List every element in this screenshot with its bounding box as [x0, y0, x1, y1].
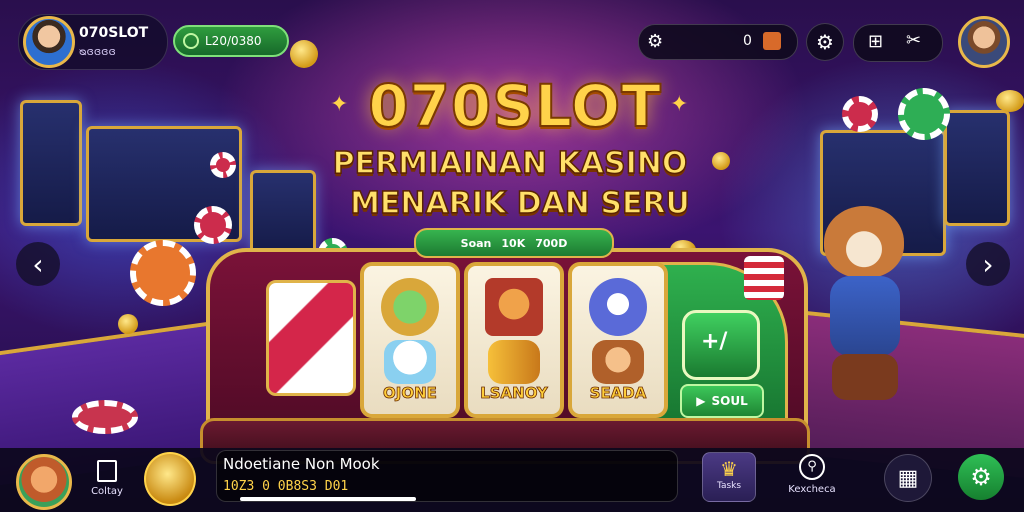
balance-value: L20/0380 [205, 34, 262, 48]
tagline-line-2: MENARIK DAN SERU [349, 185, 690, 222]
poker-chip [72, 400, 138, 434]
grid-icon: ▦ [897, 465, 919, 491]
tasks-label: Tasks [716, 481, 742, 491]
poker-chip [842, 96, 878, 132]
info-label-2: 10K [501, 236, 526, 250]
sail-decoration [266, 280, 356, 396]
poker-chip [194, 206, 232, 244]
gear-icon: ⚙ [816, 30, 834, 54]
pin-icon: ⚲ [799, 454, 825, 480]
ticker-title: Ndoetiane Non Mook [223, 455, 380, 473]
grid-icon[interactable]: ⊞ [868, 31, 883, 52]
settings-small-icon: ⚙ [647, 31, 664, 52]
slot-reel-3: SEADA [568, 262, 668, 418]
monkey-symbol [592, 340, 644, 384]
fox-mascot [810, 206, 920, 406]
spin-button[interactable]: ▶ SOUL [680, 384, 764, 418]
scissors-icon[interactable]: ✂ [906, 30, 921, 51]
player-id: ᴓɞɞɞɞ [79, 45, 116, 58]
tagline-line-1: PERMIAINAN KASINO [332, 145, 688, 182]
player-profile[interactable]: 070SLOT ᴓɞɞɞɞ [18, 14, 168, 70]
gold-pot-button[interactable] [144, 452, 196, 506]
gold-coin [712, 152, 730, 170]
collect-label: Coltay [91, 486, 123, 497]
snowman-symbol [384, 340, 436, 384]
blue-creature-symbol [589, 278, 647, 336]
bet-button[interactable]: +/ [682, 310, 760, 380]
trash-icon [97, 460, 117, 482]
spin-label: SOUL [711, 394, 748, 408]
ticker-number: 10Z3 0 0B8S3 D01 [223, 479, 349, 494]
chevron-left-icon: ‹ [32, 247, 44, 281]
player-avatar [23, 16, 75, 68]
chevron-right-icon: › [982, 247, 994, 281]
settings-button[interactable]: ⚙ [806, 23, 844, 61]
character-symbol [485, 278, 543, 336]
game-logo-title: 070SLOT [367, 71, 662, 141]
cannon-symbol [488, 340, 540, 384]
info-label-1: Soan [460, 236, 492, 250]
gold-coin [290, 40, 318, 68]
collect-button[interactable]: Coltay [82, 456, 132, 502]
gold-coin [996, 90, 1024, 112]
rewards-button[interactable]: ⚲ Kexcheca [780, 452, 844, 502]
gear-icon: ⚙ [970, 463, 992, 491]
wall-panel-left-3 [250, 170, 316, 256]
machine-info-bar: Soan 10K 700D [414, 228, 614, 258]
crown-icon: ♛ [720, 457, 738, 481]
gem-icon [183, 33, 199, 49]
menu-grid-button[interactable]: ▦ [884, 454, 932, 502]
wall-panel-left [20, 100, 82, 226]
bet-symbol: +/ [701, 329, 728, 354]
news-ticker[interactable]: Ndoetiane Non Mook 10Z3 0 0B8S3 D01 [216, 450, 678, 502]
poker-chip [898, 88, 950, 140]
coin-symbol [381, 278, 439, 336]
shop-icon [763, 32, 781, 50]
prev-arrow-button[interactable]: ‹ [16, 242, 60, 286]
gold-coin [118, 314, 138, 334]
rewards-label: Kexcheca [788, 484, 836, 495]
coin-counter[interactable]: ⚙ 0 [638, 24, 798, 60]
next-arrow-button[interactable]: › [966, 242, 1010, 286]
slot-reel-2: LSANOY [464, 262, 564, 418]
info-label-3: 700D [535, 236, 568, 250]
settings-green-button[interactable]: ⚙ [958, 454, 1004, 500]
reel-label: OJONE [383, 384, 438, 403]
dice-cup-prop [744, 256, 784, 300]
poker-chip [210, 152, 236, 178]
play-icon: ▶ [696, 394, 706, 408]
tasks-button[interactable]: ♛ Tasks [702, 452, 756, 502]
wall-panel-right-2 [944, 110, 1010, 226]
reel-label: LSANOY [480, 384, 548, 403]
player-name: 070SLOT [79, 25, 149, 41]
reel-label: SEADA [589, 384, 647, 403]
friend-avatar[interactable] [958, 16, 1010, 68]
poker-chip [130, 240, 196, 306]
coin-value: 0 [743, 33, 752, 49]
slot-reel-1: OJONE [360, 262, 460, 418]
menu-pill[interactable]: ⊞ ✂ [853, 24, 943, 62]
fox-avatar-button[interactable] [16, 454, 72, 510]
balance-pill[interactable]: L20/0380 [173, 25, 289, 57]
ticker-progress-bar [240, 497, 416, 501]
